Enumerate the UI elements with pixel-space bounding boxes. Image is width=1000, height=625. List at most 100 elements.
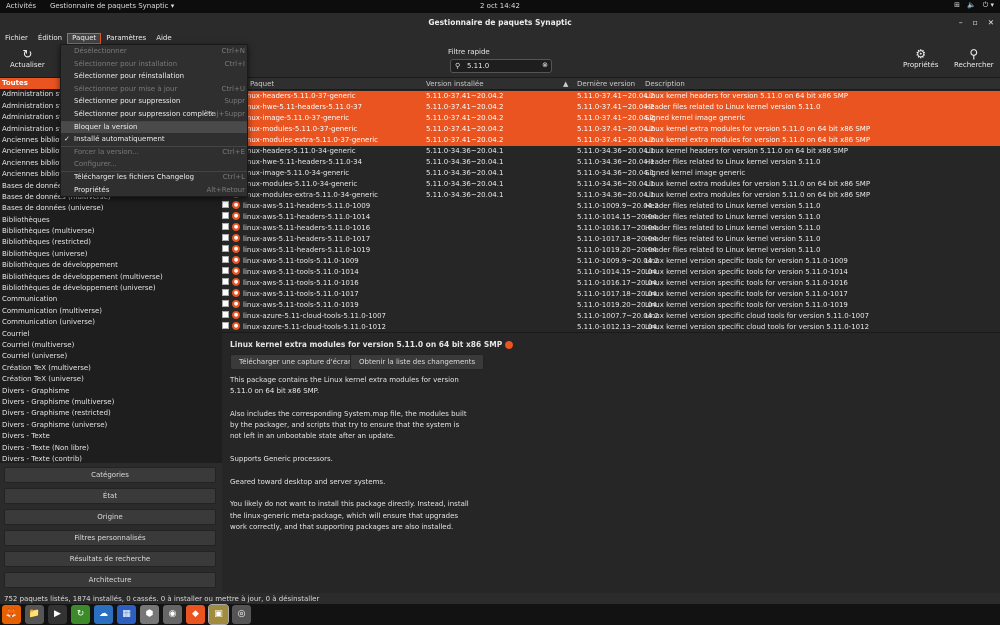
package-checkbox[interactable]: [222, 201, 229, 208]
menu-edit[interactable]: Édition: [33, 33, 67, 44]
dock-app-icon[interactable]: ☁: [94, 605, 113, 624]
menu-help[interactable]: Aide: [151, 33, 176, 44]
menu-item[interactable]: Sélectionner pour mise à jour Ctrl+U: [61, 84, 247, 95]
system-tray[interactable]: ⊞ 🔈 ⏻ ▾: [954, 1, 994, 10]
sidebar-category-item[interactable]: Divers - Texte: [0, 431, 222, 442]
get-changelog-button[interactable]: Obtenir la liste des changements: [350, 354, 485, 370]
column-package[interactable]: Paquet: [250, 80, 274, 88]
menu-item[interactable]: Télécharger les fichiers Changelog Ctrl+L: [61, 172, 247, 183]
architecture-button[interactable]: Architecture: [4, 572, 216, 588]
minimize-button[interactable]: –: [959, 13, 963, 33]
package-row[interactable]: ● linux-aws-5.11-tools-5.11.0-1019 5.11.0-…: [222, 300, 1000, 311]
menu-settings[interactable]: Paramètres: [101, 33, 151, 44]
sidebar-category-item[interactable]: Divers - Graphisme (restricted): [0, 408, 222, 419]
dock-app-icon[interactable]: ▣: [208, 604, 229, 625]
menu-item[interactable]: Sélectionner pour installation Ctrl+I: [61, 59, 247, 70]
search-results-button[interactable]: Résultats de recherche: [4, 551, 216, 567]
package-row[interactable]: ● linux-aws-5.11-headers-5.11.0-1017 5.11.…: [222, 234, 1000, 245]
package-row[interactable]: ● linux-azure-5.11-cloud-tools-5.11.0-101…: [222, 322, 1000, 332]
custom-filters-button[interactable]: Filtres personnalisés: [4, 530, 216, 546]
sidebar-category-item[interactable]: Courriel: [0, 329, 222, 340]
menu-item[interactable]: Propriétés Alt+Retour: [61, 185, 247, 196]
clock[interactable]: 2 oct 14:42: [480, 2, 520, 10]
column-installed-version[interactable]: Version installée: [426, 80, 484, 88]
dock-app-icon[interactable]: ◆: [186, 605, 205, 624]
dock-app-icon[interactable]: ◎: [232, 605, 251, 624]
sidebar-category-item[interactable]: Création TeX (multiverse): [0, 363, 222, 374]
package-checkbox[interactable]: [222, 267, 229, 274]
app-menu[interactable]: Gestionnaire de paquets Synaptic ▾: [50, 2, 174, 10]
sidebar-category-item[interactable]: Bibliothèques (universe): [0, 249, 222, 260]
package-row[interactable]: ●linux-hwe-5.11-headers-5.11.0-375.11.0-…: [222, 102, 1000, 113]
package-checkbox[interactable]: [222, 322, 229, 329]
categories-button[interactable]: Catégories: [4, 467, 216, 483]
package-checkbox[interactable]: [222, 300, 229, 307]
package-row[interactable]: ● linux-aws-5.11-tools-5.11.0-1017 5.11.0-…: [222, 289, 1000, 300]
sidebar-category-item[interactable]: Divers - Graphisme (universe): [0, 420, 222, 431]
menu-item[interactable]: Sélectionner pour suppression Suppr: [61, 96, 247, 107]
package-row[interactable]: ●linux-hwe-5.11-headers-5.11.0-345.11.0-…: [222, 157, 1000, 168]
sidebar-category-item[interactable]: Courriel (multiverse): [0, 340, 222, 351]
dock-app-icon[interactable]: ▶: [48, 605, 67, 624]
dock-app-icon[interactable]: ▦: [117, 605, 136, 624]
refresh-button[interactable]: ↻ Actualiser: [10, 48, 45, 70]
package-row[interactable]: ● linux-aws-5.11-tools-5.11.0-1009 5.11.0-…: [222, 256, 1000, 267]
package-checkbox[interactable]: [222, 212, 229, 219]
package-checkbox[interactable]: [222, 278, 229, 285]
menu-package[interactable]: Paquet: [67, 33, 102, 44]
sidebar-category-item[interactable]: Divers - Texte (Non libre): [0, 443, 222, 454]
package-row[interactable]: ●linux-image-5.11.0-37-generic5.11.0-37.…: [222, 113, 1000, 124]
menu-file[interactable]: Fichier: [0, 33, 33, 44]
dock-app-icon[interactable]: ⬢: [140, 605, 159, 624]
quick-filter-input[interactable]: ⚲ 5.11.0 ⊗: [450, 59, 552, 73]
sidebar-category-item[interactable]: Communication (multiverse): [0, 306, 222, 317]
package-checkbox[interactable]: [222, 223, 229, 230]
package-row[interactable]: ●linux-headers-5.11.0-37-generic5.11.0-3…: [222, 91, 1000, 102]
clear-icon[interactable]: ⊗: [542, 61, 548, 69]
menu-item[interactable]: Bloquer la version: [61, 121, 247, 133]
maximize-button[interactable]: ▫: [973, 13, 978, 33]
package-checkbox[interactable]: [222, 289, 229, 296]
package-row[interactable]: ●linux-image-5.11.0-34-generic5.11.0-34.…: [222, 168, 1000, 179]
sidebar-category-item[interactable]: Bibliothèques de développement (universe…: [0, 283, 222, 294]
package-row[interactable]: ●linux-headers-5.11.0-34-generic5.11.0-3…: [222, 146, 1000, 157]
package-row[interactable]: ● linux-aws-5.11-tools-5.11.0-1016 5.11.0-…: [222, 278, 1000, 289]
sidebar-category-item[interactable]: Bibliothèques: [0, 215, 222, 226]
dock-app-icon[interactable]: 🦊: [2, 605, 21, 624]
sidebar-category-item[interactable]: Communication (universe): [0, 317, 222, 328]
package-checkbox[interactable]: [222, 245, 229, 252]
sidebar-category-item[interactable]: Bibliothèques de développement: [0, 260, 222, 271]
dock-app-icon[interactable]: 📁: [25, 605, 44, 624]
sidebar-category-item[interactable]: Bases de données (universe): [0, 203, 222, 214]
sidebar-category-item[interactable]: Divers - Graphisme (multiverse): [0, 397, 222, 408]
close-button[interactable]: ✕: [988, 13, 994, 33]
sidebar-category-item[interactable]: Bibliothèques de développement (multiver…: [0, 272, 222, 283]
package-row[interactable]: ●linux-modules-5.11.0-37-generic5.11.0-3…: [222, 124, 1000, 135]
package-checkbox[interactable]: [222, 311, 229, 318]
package-row[interactable]: ● linux-aws-5.11-headers-5.11.0-1019 5.11.…: [222, 245, 1000, 256]
search-button[interactable]: ⚲ Rechercher: [954, 48, 994, 70]
sidebar-category-item[interactable]: Création TeX (universe): [0, 374, 222, 385]
origin-button[interactable]: Origine: [4, 509, 216, 525]
column-description[interactable]: Description: [645, 80, 685, 88]
package-row[interactable]: ● linux-azure-5.11-cloud-tools-5.11.0-100…: [222, 311, 1000, 322]
menu-item[interactable]: Désélectionner Ctrl+N: [61, 46, 247, 57]
sidebar-category-item[interactable]: Bibliothèques (restricted): [0, 237, 222, 248]
dock-app-icon[interactable]: ◉: [163, 605, 182, 624]
sidebar-category-item[interactable]: Communication: [0, 294, 222, 305]
status-button[interactable]: État: [4, 488, 216, 504]
column-latest-version[interactable]: Dernière version: [577, 80, 635, 88]
dock-app-icon[interactable]: ↻: [71, 605, 90, 624]
sidebar-category-item[interactable]: Divers - Texte (contrib): [0, 454, 222, 463]
package-row[interactable]: ●linux-modules-extra-5.11.0-37-generic5.…: [222, 135, 1000, 146]
package-checkbox[interactable]: [222, 256, 229, 263]
package-checkbox[interactable]: [222, 234, 229, 241]
package-row[interactable]: ●linux-modules-extra-5.11.0-34-generic5.…: [222, 190, 1000, 201]
menu-item[interactable]: Sélectionner pour suppression complète Ma…: [61, 109, 247, 120]
menu-item[interactable]: Configurer...: [61, 159, 247, 170]
sidebar-category-item[interactable]: Bibliothèques (multiverse): [0, 226, 222, 237]
package-row[interactable]: ●linux-modules-5.11.0-34-generic5.11.0-3…: [222, 179, 1000, 190]
activities-button[interactable]: Activités: [6, 2, 36, 10]
package-row[interactable]: ● linux-aws-5.11-headers-5.11.0-1014 5.11.…: [222, 212, 1000, 223]
menu-item[interactable]: Forcer la version... Ctrl+E: [61, 147, 247, 158]
